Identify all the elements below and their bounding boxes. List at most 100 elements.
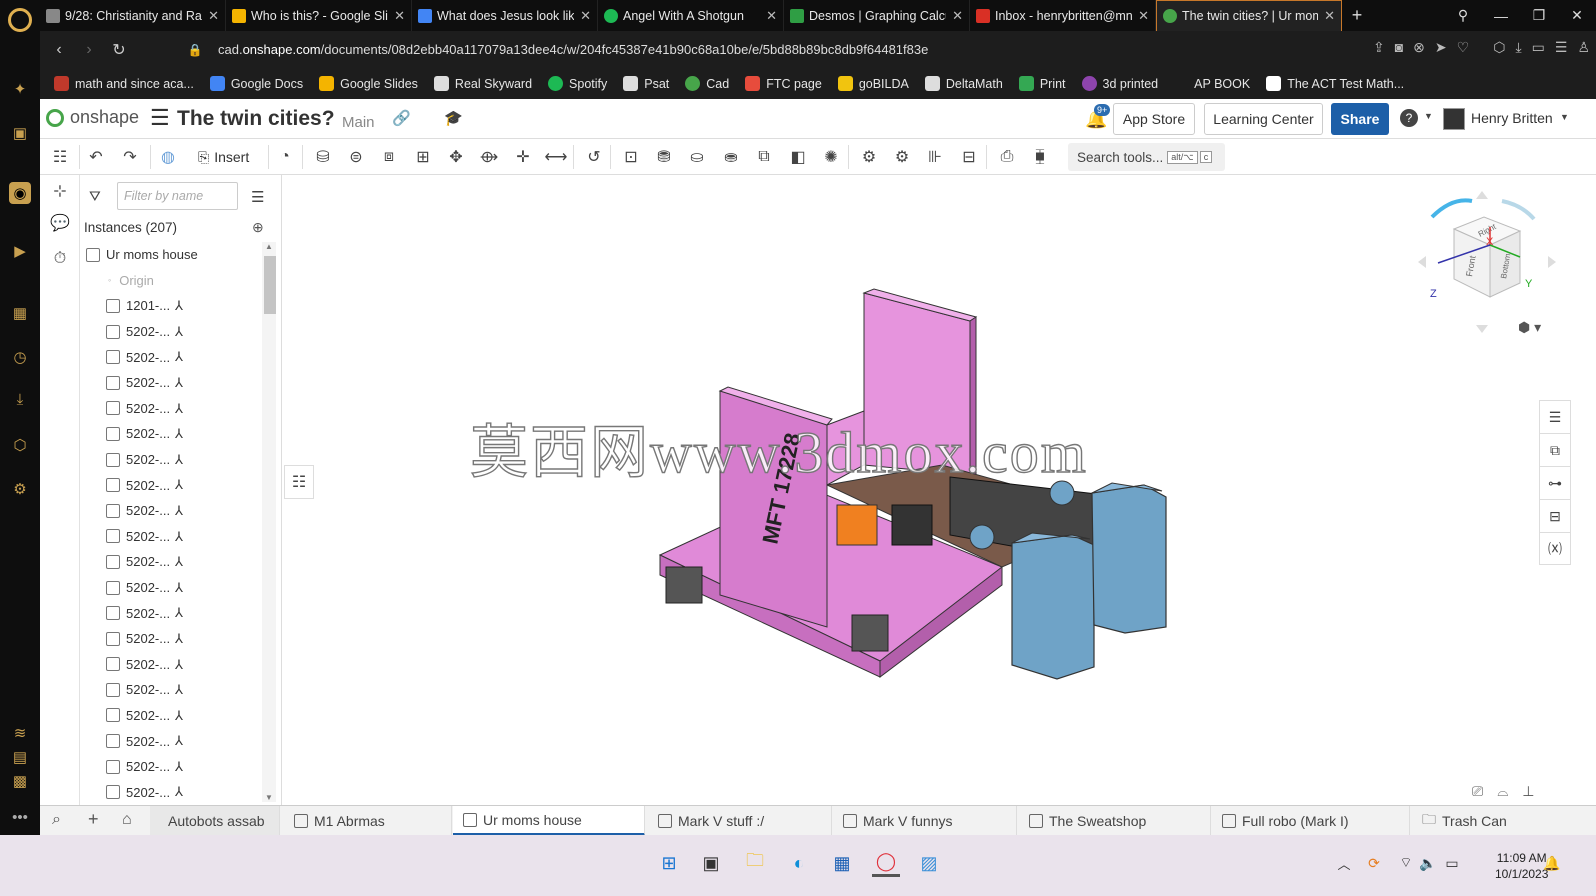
tree-item[interactable]: 5202-... ⅄ (80, 779, 262, 805)
discord-icon[interactable]: ◉ (9, 182, 31, 204)
tab-full-robo[interactable]: Full robo (Mark I) (1212, 806, 1410, 836)
close-icon[interactable]: ✕ (1324, 8, 1335, 24)
bookmark-item[interactable]: math and since aca... (54, 76, 194, 91)
tree-item[interactable]: 5202-... ⅄ (80, 626, 262, 652)
browser-tab[interactable]: What does Jesus look like ✕ (412, 0, 598, 31)
tree-item[interactable]: 5202-... ⅄ (80, 754, 262, 780)
restore-button[interactable]: ❐ (1520, 0, 1558, 31)
share-page-icon[interactable]: ⇪ (1373, 39, 1385, 56)
task-view-icon[interactable]: ▣ (697, 849, 725, 877)
download-icon[interactable]: ⤓ (1515, 39, 1521, 56)
search-icon[interactable]: ⚲ (1444, 0, 1482, 31)
battery-icon[interactable]: ▤ (9, 746, 31, 768)
cylindrical-mate-icon[interactable]: ⊞ (412, 146, 434, 168)
pattern-icon[interactable]: ⊪ (924, 146, 946, 168)
opera-icon[interactable]: ◯ (872, 849, 900, 877)
shopping-icon[interactable]: ▣ (9, 122, 31, 144)
render-mode-icon[interactable]: ⎚ (1472, 783, 1483, 800)
mate-connector-icon[interactable]: ⅄ (175, 298, 183, 314)
app-store-button[interactable]: App Store (1113, 103, 1195, 135)
linear-relation-icon[interactable]: ✺ (820, 146, 842, 168)
education-cap-icon[interactable]: 🎓 (444, 109, 463, 127)
tree-item[interactable]: 5202-... ⅄ (80, 677, 262, 703)
share-button[interactable]: Share (1331, 103, 1389, 135)
browser-tab-active[interactable]: The twin cities? | Ur moms ✕ (1156, 0, 1342, 31)
scroll-thumb[interactable] (264, 256, 276, 314)
chevron-up-icon[interactable]: ▲ (265, 242, 273, 251)
section-icon[interactable]: ⌓ (1497, 783, 1508, 800)
rotate-left-arrow-icon[interactable] (1430, 198, 1473, 219)
browser-tab[interactable]: Who is this? - Google Slid ✕ (226, 0, 412, 31)
browser-tab[interactable]: 9/28: Christianity and Rac ✕ (40, 0, 226, 31)
mate-connector-icon[interactable]: ⅄ (175, 784, 183, 800)
close-icon[interactable]: ✕ (580, 8, 591, 24)
add-tab-icon[interactable]: + (88, 809, 99, 830)
properties-icon[interactable]: ☰ (1539, 400, 1571, 433)
close-window-button[interactable]: ✕ (1558, 0, 1596, 31)
tangent-mate-icon[interactable]: ↺ (583, 146, 605, 168)
relation-icon[interactable]: ⛀ (686, 146, 708, 168)
battery-icon[interactable]: ▭ (1438, 849, 1466, 877)
screw-relation-icon[interactable]: ◧ (787, 146, 809, 168)
battery-saver-icon[interactable]: ▭ (1532, 39, 1545, 56)
wifi-icon[interactable]: ≋ (9, 722, 31, 744)
rotate-down-icon[interactable] (1476, 325, 1488, 333)
easy-setup-icon[interactable]: ☰ (1555, 39, 1568, 56)
bookmark-item[interactable]: Print (1018, 76, 1066, 91)
add-feature-icon[interactable]: ⊹ (50, 181, 70, 201)
blue-bin-back[interactable] (1091, 484, 1167, 634)
tree-item[interactable]: 5202-... ⅄ (80, 319, 262, 345)
back-button[interactable]: ‹ (44, 41, 74, 59)
bookmark-item[interactable]: The ACT Test Math... (1266, 76, 1404, 91)
mate-connector-icon[interactable]: ⅄ (175, 554, 183, 570)
view-options-icon[interactable]: ⬢ ▾ (1518, 319, 1541, 336)
stopwatch-icon[interactable]: ⏱ (50, 249, 70, 269)
notifications-icon[interactable]: 🔔 (1538, 849, 1566, 877)
folder-tab[interactable]: Autobots assab (150, 806, 280, 836)
add-instance-icon[interactable]: ⊕ (252, 219, 264, 236)
feature-list-icon[interactable]: ☷ (49, 146, 71, 168)
ball-mate-icon[interactable]: ✛ (512, 146, 534, 168)
tree-item[interactable]: 5202-... ⅄ (80, 370, 262, 396)
sync-icon[interactable]: ⟳ (1360, 849, 1388, 877)
insert-button[interactable]: ⎘ Insert (198, 145, 249, 169)
tree-item[interactable]: 5202-... ⅄ (80, 549, 262, 575)
pin-slot-mate-icon[interactable]: ✥ (445, 146, 467, 168)
chevron-up-icon[interactable]: ︿ (1330, 849, 1358, 877)
tree-item[interactable]: 5202-... ⅄ (80, 652, 262, 678)
camera-icon[interactable]: ◙ (1395, 39, 1403, 56)
bookmark-item[interactable]: Cad (685, 76, 729, 91)
tree-item[interactable]: 5202-... ⅄ (80, 575, 262, 601)
reload-button[interactable]: ↻ (104, 40, 134, 60)
browser-tab[interactable]: Inbox - henrybritten@mn ✕ (970, 0, 1156, 31)
view-cube[interactable]: Right Front Bottom X Y Z (1412, 187, 1562, 337)
home-icon[interactable]: ⌂ (122, 811, 132, 829)
start-icon[interactable]: ⊞ (655, 849, 683, 877)
photos-icon[interactable]: ▨ (915, 849, 943, 877)
blue-bin-front[interactable] (1011, 534, 1095, 680)
send-icon[interactable]: ➤ (1435, 39, 1447, 56)
mate-connector-icon[interactable]: ⅄ (175, 733, 183, 749)
link-icon[interactable]: 🔗 (392, 109, 411, 127)
tree-item[interactable]: 5202-... ⅄ (80, 472, 262, 498)
rotate-right-arrow-icon[interactable] (1501, 199, 1536, 221)
configure-icon[interactable]: ◍ (157, 146, 179, 168)
adblock-icon[interactable]: ⊗ (1413, 39, 1425, 56)
mate-connector-icon[interactable]: ⅄ (175, 759, 183, 775)
close-icon[interactable]: ✕ (208, 8, 219, 24)
tab-mark-v-stuff[interactable]: Mark V stuff :/ (648, 806, 832, 836)
tree-origin[interactable]: ◦ Origin (80, 268, 262, 294)
hamburger-menu-icon[interactable]: ☰ (150, 105, 170, 131)
tab-mark-v-funnys[interactable]: Mark V funnys (833, 806, 1017, 836)
search-tabs-icon[interactable]: ⌕ (52, 811, 61, 829)
mate-connector-icon[interactable]: ⅄ (175, 477, 183, 493)
mate-connector-icon[interactable]: ⅄ (175, 708, 183, 724)
store-icon[interactable]: ▦ (828, 849, 856, 877)
cpu-icon[interactable]: ▩ (9, 770, 31, 792)
named-views-icon[interactable]: ⊟ (1539, 499, 1571, 532)
robot-model[interactable]: MFT 17228 (282, 175, 1596, 805)
bookmark-item[interactable]: 3d printed (1081, 76, 1158, 91)
fastened-mate-icon[interactable]: ⛁ (312, 146, 334, 168)
cube-icon[interactable]: ⬡ (1493, 39, 1505, 56)
rotate-left-icon[interactable] (1418, 256, 1426, 268)
